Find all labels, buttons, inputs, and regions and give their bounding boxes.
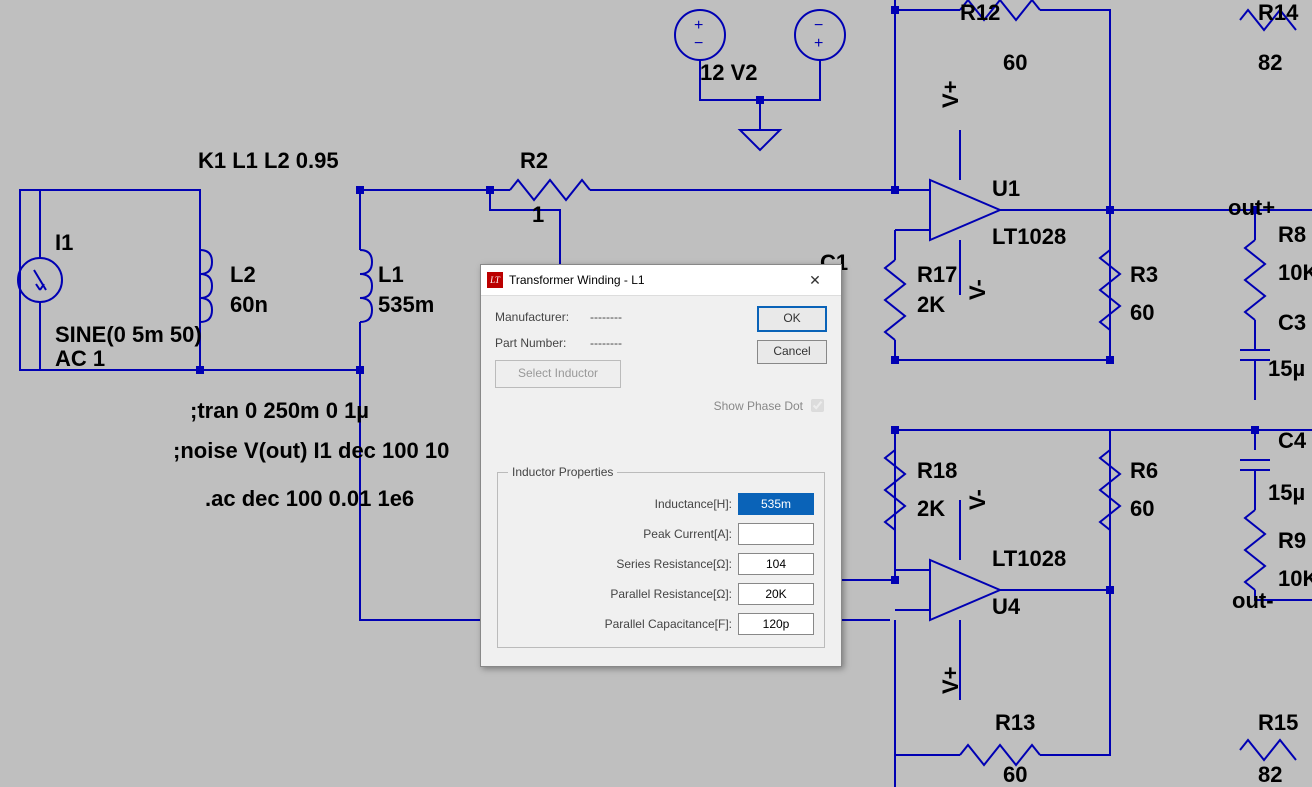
show-phase-dot-checkbox[interactable] — [811, 399, 824, 412]
parallel-resistance-label: Parallel Resistance[Ω]: — [610, 587, 732, 601]
transformer-winding-dialog: LT Transformer Winding - L1 ✕ Manufactur… — [480, 264, 842, 667]
label-r15-value[interactable]: 82 — [1258, 762, 1282, 787]
parallel-capacitance-input[interactable] — [738, 613, 814, 635]
manufacturer-label: Manufacturer: — [495, 310, 590, 324]
label-u4[interactable]: U4 — [992, 594, 1020, 620]
dialog-title: Transformer Winding - L1 — [509, 273, 795, 287]
partno-label: Part Number: — [495, 336, 590, 350]
label-u1[interactable]: U1 — [992, 176, 1020, 202]
label-l1[interactable]: L1 — [378, 262, 404, 288]
parallel-capacitance-label: Parallel Capacitance[F]: — [605, 617, 732, 631]
ok-button[interactable]: OK — [757, 306, 827, 332]
label-vplus-bot: V+ — [938, 666, 964, 694]
peak-current-label: Peak Current[A]: — [643, 527, 732, 541]
svg-text:−: − — [694, 35, 703, 52]
select-inductor-button: Select Inductor — [495, 360, 621, 388]
spice-tran[interactable]: ;tran 0 250m 0 1µ — [190, 398, 369, 424]
label-c4[interactable]: C4 — [1278, 428, 1306, 454]
label-i1[interactable]: I1 — [55, 230, 73, 256]
cancel-button[interactable]: Cancel — [757, 340, 827, 364]
label-r3[interactable]: R3 — [1130, 262, 1158, 288]
label-r13[interactable]: R13 — [995, 710, 1035, 736]
label-r6[interactable]: R6 — [1130, 458, 1158, 484]
inductor-properties-group: Inductor Properties Inductance[H]: Peak … — [497, 465, 825, 648]
label-ac[interactable]: AC 1 — [55, 346, 105, 372]
parallel-resistance-input[interactable] — [738, 583, 814, 605]
label-r6-value[interactable]: 60 — [1130, 496, 1154, 522]
inductor-properties-legend: Inductor Properties — [508, 465, 617, 479]
label-c4-value[interactable]: 15µ — [1268, 480, 1305, 506]
label-u1-part[interactable]: LT1028 — [992, 224, 1066, 250]
inductance-input[interactable] — [738, 493, 814, 515]
inductance-label: Inductance[H]: — [655, 497, 732, 511]
label-r15[interactable]: R15 — [1258, 710, 1298, 736]
label-r12-value[interactable]: 60 — [1003, 50, 1027, 76]
label-vplus-top: V+ — [938, 80, 964, 108]
label-l2[interactable]: L2 — [230, 262, 256, 288]
label-r3-value[interactable]: 60 — [1130, 300, 1154, 326]
series-resistance-input[interactable] — [738, 553, 814, 575]
spice-k-statement[interactable]: K1 L1 L2 0.95 — [198, 148, 339, 174]
label-r2-value[interactable]: 1 — [532, 202, 544, 228]
label-r17[interactable]: R17 — [917, 262, 957, 288]
peak-current-input[interactable] — [738, 523, 814, 545]
label-r9[interactable]: R9 — [1278, 528, 1306, 554]
label-c3-value[interactable]: 15µ — [1268, 356, 1305, 382]
spice-noise[interactable]: ;noise V(out) I1 dec 100 10 — [173, 438, 449, 464]
label-r17-value[interactable]: 2K — [917, 292, 945, 318]
spice-ac[interactable]: .ac dec 100 0.01 1e6 — [205, 486, 414, 512]
label-r12[interactable]: R12 — [960, 0, 1000, 26]
label-r14[interactable]: R14 — [1258, 0, 1298, 26]
label-r14-value[interactable]: 82 — [1258, 50, 1282, 76]
label-vminus-bot: V- — [965, 489, 991, 510]
svg-text:−: − — [814, 17, 823, 34]
label-v2[interactable]: 12 V2 — [700, 60, 758, 86]
label-r18-value[interactable]: 2K — [917, 496, 945, 522]
label-r2[interactable]: R2 — [520, 148, 548, 174]
partno-value: -------- — [590, 336, 622, 350]
label-u4-part[interactable]: LT1028 — [992, 546, 1066, 572]
close-icon[interactable]: ✕ — [795, 266, 835, 294]
series-resistance-label: Series Resistance[Ω]: — [616, 557, 732, 571]
label-r9-value[interactable]: 10K — [1278, 566, 1312, 592]
label-l1-value[interactable]: 535m — [378, 292, 434, 318]
label-r18[interactable]: R18 — [917, 458, 957, 484]
label-r13-value[interactable]: 60 — [1003, 762, 1027, 787]
manufacturer-value: -------- — [590, 310, 622, 324]
dialog-titlebar[interactable]: LT Transformer Winding - L1 ✕ — [481, 265, 841, 296]
schematic-canvas[interactable]: + − − + K1 L1 L2 0.95 I1 — [0, 0, 1312, 787]
lt-icon: LT — [487, 272, 503, 288]
label-r8[interactable]: R8 — [1278, 222, 1306, 248]
label-outp[interactable]: out+ — [1228, 195, 1275, 221]
label-l2-value[interactable]: 60n — [230, 292, 268, 318]
label-vminus-top: V- — [965, 279, 991, 300]
label-c3[interactable]: C3 — [1278, 310, 1306, 336]
label-r8-value[interactable]: 10K — [1278, 260, 1312, 286]
svg-text:+: + — [814, 35, 823, 52]
label-outm[interactable]: out- — [1232, 588, 1274, 614]
show-phase-dot-label: Show Phase Dot — [714, 399, 803, 413]
svg-text:+: + — [694, 17, 703, 34]
label-sine[interactable]: SINE(0 5m 50) — [55, 322, 202, 348]
